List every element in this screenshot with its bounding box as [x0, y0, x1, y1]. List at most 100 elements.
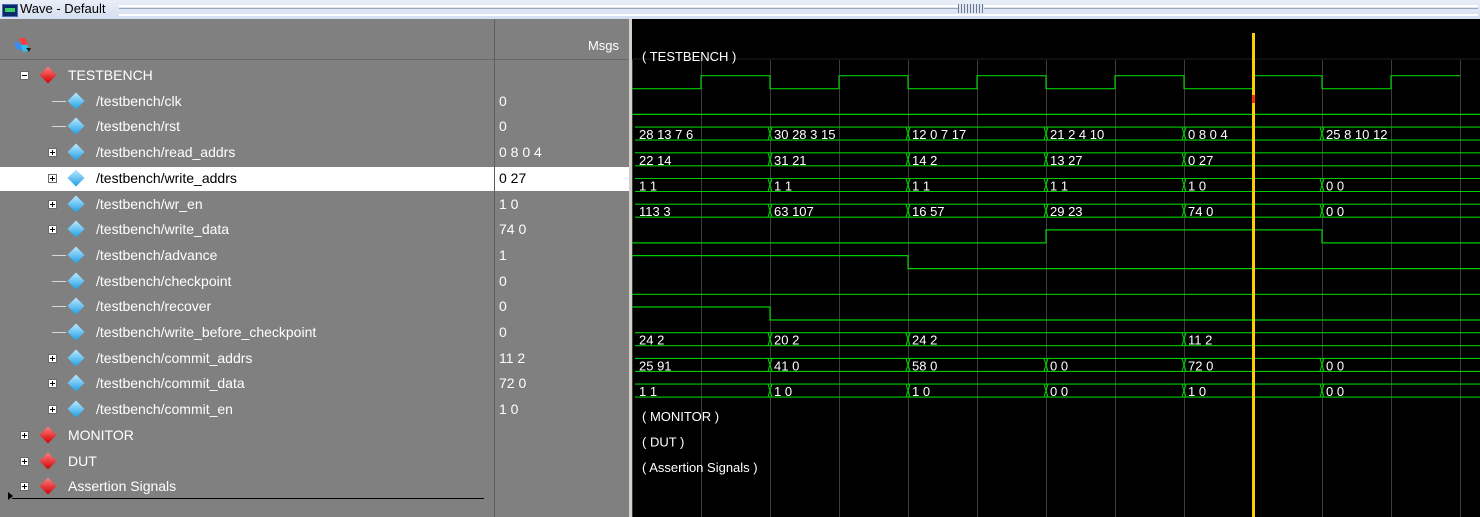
blue-diamond-icon [67, 400, 85, 418]
advance-waveform [632, 229, 1480, 244]
titlebar-drag-rails[interactable] [119, 5, 1478, 16]
expand-icon[interactable] [20, 456, 29, 466]
group-row-tb[interactable]: TESTBENCH [0, 64, 494, 88]
waveform-canvas[interactable]: ( TESTBENCH ) 28 13 7 6 30 28 3 15 12 0 7 1… [632, 19, 1480, 517]
bus-value-label: 16 57 [912, 204, 945, 219]
value-cell-tb[interactable] [495, 64, 629, 88]
expand-icon[interactable] [48, 173, 57, 183]
bus-value-label: 1 0 [774, 384, 792, 399]
value-cell-commit_en[interactable]: 1 0 [495, 398, 629, 422]
window-titlebar[interactable]: Wave - Default [0, 0, 1480, 20]
value-cell-wbc[interactable]: 0 [495, 321, 629, 345]
value-cell-mon[interactable] [495, 424, 629, 448]
expand-icon[interactable] [48, 405, 57, 415]
blue-diamond-icon [67, 297, 85, 315]
value-cell-commit_data[interactable]: 72 0 [495, 372, 629, 396]
value-cell-recover[interactable]: 0 [495, 295, 629, 319]
signal-name-pane: TESTBENCH/testbench/clk/testbench/rst/te… [0, 19, 495, 517]
bus-value-label: 22 14 [639, 153, 672, 168]
bus-value-label: 1 1 [1050, 179, 1068, 194]
signal-value-text: 74 0 [499, 221, 527, 238]
value-cell-rst[interactable]: 0 [495, 115, 629, 139]
bus-value-label: 25 91 [639, 358, 672, 373]
bus-value-label: 13 27 [1050, 153, 1083, 168]
signal-row-checkpoint[interactable]: /testbench/checkpoint [0, 270, 494, 294]
expand-icon[interactable] [48, 379, 57, 389]
signal-row-clk[interactable]: /testbench/clk [0, 90, 494, 114]
bus-value-label: 41 0 [774, 358, 799, 373]
signal-row-write_addrs[interactable]: /testbench/write_addrs [0, 166, 494, 191]
bus-value-label: 0 0 [1326, 384, 1344, 399]
bus-value-label: 30 28 3 15 [774, 127, 835, 142]
value-cell-as[interactable] [495, 475, 629, 499]
collapse-icon[interactable] [20, 71, 29, 80]
value-cell-advance[interactable]: 1 [495, 244, 629, 268]
name-pane-divider [12, 498, 484, 499]
blue-diamond-icon [67, 143, 85, 161]
time-cursor [1252, 33, 1255, 517]
bus-value-label: 24 2 [639, 333, 664, 348]
group-row-mon[interactable]: MONITOR [0, 424, 494, 448]
name-pane-header [0, 33, 494, 60]
value-cell-commit_addrs[interactable]: 11 2 [495, 347, 629, 371]
blue-diamond-icon [67, 349, 85, 367]
value-cell-wr_en[interactable]: 1 0 [495, 193, 629, 217]
signal-name-label: /testbench/clk [96, 92, 182, 109]
wave-tool-icon[interactable] [12, 37, 32, 53]
msgs-column-label: Msgs [587, 38, 619, 53]
bus-value-label: 0 0 [1326, 179, 1344, 194]
tree-connector [52, 280, 66, 282]
signal-row-recover[interactable]: /testbench/recover [0, 295, 494, 319]
expand-icon[interactable] [20, 482, 29, 492]
bus-value-label: 1 1 [912, 179, 930, 194]
signal-name-label: TESTBENCH [68, 67, 153, 83]
expand-icon[interactable] [48, 199, 57, 209]
value-cell-dut[interactable] [495, 450, 629, 474]
value-cell-clk[interactable]: 0 [495, 90, 629, 114]
wbc-waveform [632, 306, 1480, 321]
expand-icon[interactable] [20, 430, 29, 440]
red-diamond-icon [39, 426, 57, 444]
signal-row-commit_en[interactable]: /testbench/commit_en [0, 398, 494, 422]
value-cell-write_addrs[interactable]: 0 27 [495, 166, 629, 191]
bus-value-label: 24 2 [912, 333, 937, 348]
bus-value-label: 0 0 [1326, 358, 1344, 373]
bus-value-label: 0 0 [1050, 358, 1068, 373]
tree-connector [52, 306, 66, 308]
group-row-dut[interactable]: DUT [0, 450, 494, 474]
group-wave-label: ( MONITOR ) [642, 409, 719, 424]
signal-row-rst[interactable]: /testbench/rst [0, 115, 494, 139]
tree-connector [52, 254, 66, 256]
signal-name-label: MONITOR [68, 426, 134, 443]
waveform-pane[interactable]: ( TESTBENCH ) 28 13 7 6 30 28 3 15 12 0 7 1… [632, 19, 1480, 517]
expand-icon[interactable] [48, 148, 57, 158]
group-row-as[interactable]: Assertion Signals [0, 475, 494, 499]
bus-value-label: 31 21 [774, 153, 807, 168]
red-diamond-icon [39, 66, 57, 84]
value-cell-checkpoint[interactable]: 0 [495, 270, 629, 294]
clk-waveform [632, 75, 1460, 90]
signal-row-commit_addrs[interactable]: /testbench/commit_addrs [0, 347, 494, 371]
tree-connector [52, 100, 66, 102]
signal-name-label: /testbench/commit_addrs [96, 349, 253, 366]
bus-value-label: 0 27 [1188, 153, 1213, 168]
value-cell-read_addrs[interactable]: 0 8 0 4 [495, 141, 629, 165]
expand-icon[interactable] [48, 353, 57, 363]
value-cell-write_data[interactable]: 74 0 [495, 218, 629, 242]
titlebar-grip-icon[interactable] [958, 4, 984, 13]
blue-diamond-icon [67, 195, 85, 212]
signal-name-label: /testbench/commit_data [96, 375, 245, 392]
scroll-marker-icon[interactable] [8, 492, 13, 500]
bus-value-label: 0 0 [1326, 204, 1344, 219]
signal-row-read_addrs[interactable]: /testbench/read_addrs [0, 141, 494, 165]
signal-row-write_data[interactable]: /testbench/write_data [0, 218, 494, 242]
signal-row-wr_en[interactable]: /testbench/wr_en [0, 193, 494, 217]
tree-connector [52, 126, 66, 128]
signal-row-wbc[interactable]: /testbench/write_before_checkpoint [0, 321, 494, 345]
blue-diamond-icon [67, 220, 85, 238]
expand-icon[interactable] [48, 225, 57, 235]
blue-diamond-icon [67, 169, 85, 187]
signal-row-commit_data[interactable]: /testbench/commit_data [0, 372, 494, 396]
signal-row-advance[interactable]: /testbench/advance [0, 244, 494, 268]
blue-diamond-icon [67, 117, 85, 135]
